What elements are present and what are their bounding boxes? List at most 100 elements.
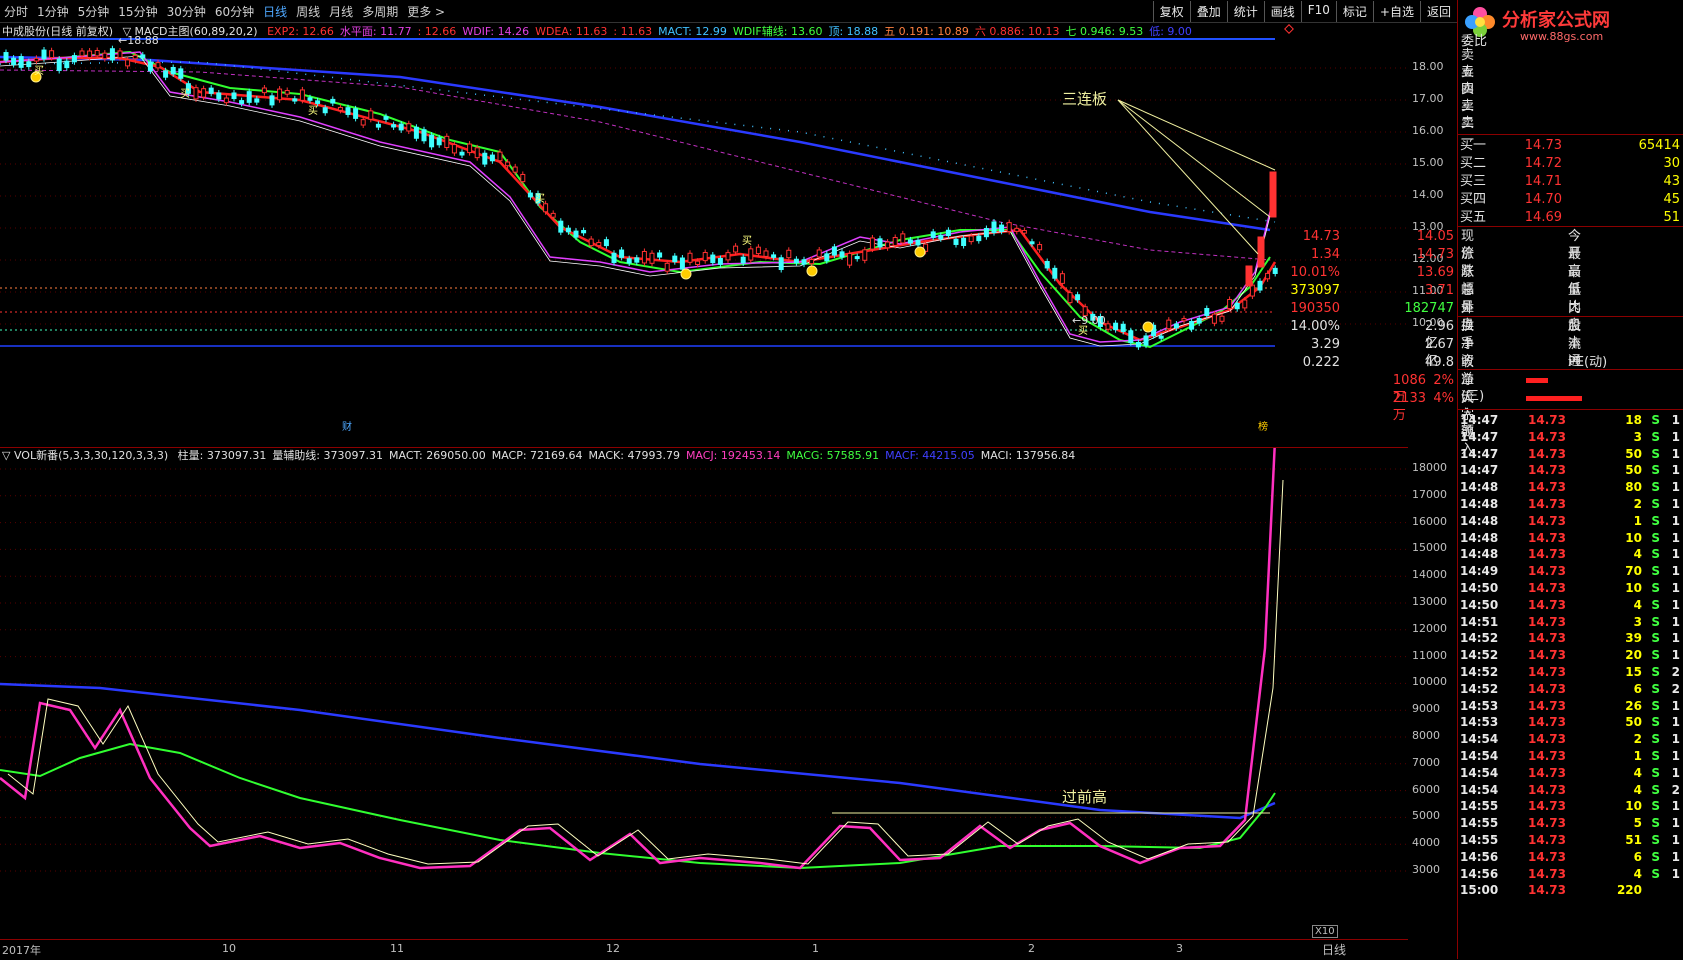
- volume-axis-label: 13000: [1412, 595, 1447, 608]
- tick-row[interactable]: 14:52 14.73 39 S 1: [1460, 630, 1682, 646]
- tick-time: 14:48: [1460, 497, 1499, 511]
- period-tab-0[interactable]: 分时: [4, 3, 28, 20]
- candle-body: [672, 255, 678, 263]
- tick-volume: 2: [1633, 497, 1642, 511]
- candle-body: [953, 238, 959, 245]
- buy-level-row[interactable]: 买三 14.71 43: [1460, 173, 1682, 190]
- tick-row[interactable]: 14:52 14.73 6 S 2: [1460, 681, 1682, 697]
- buy-level-row[interactable]: 买二 14.72 30: [1460, 155, 1682, 172]
- ma-long-line: [0, 55, 1271, 232]
- tick-row[interactable]: 14:51 14.73 3 S 1: [1460, 614, 1682, 630]
- flow-pct: 4%: [1433, 391, 1454, 406]
- period-tab-3[interactable]: 15分钟: [118, 3, 157, 20]
- quote-value: 14.05: [1416, 229, 1454, 244]
- toolbar-button-0[interactable]: 复权: [1152, 1, 1190, 22]
- candle-body: [550, 212, 556, 218]
- tick-row[interactable]: 14:53 14.73 50 S 1: [1460, 714, 1682, 730]
- toolbar-button-4[interactable]: F10: [1300, 1, 1336, 22]
- tick-row[interactable]: 14:47 14.73 50 S 1: [1460, 446, 1682, 462]
- tick-row[interactable]: 14:54 14.73 4 S 1: [1460, 765, 1682, 781]
- tick-row[interactable]: 14:52 14.73 20 S 1: [1460, 647, 1682, 663]
- tick-direction: S: [1651, 816, 1660, 831]
- tick-volume: 4: [1633, 782, 1642, 797]
- period-tabs: 分时 1分钟 5分钟 15分钟 30分钟 60分钟 日线 周线 月线 多周期 更多 >: [4, 3, 445, 20]
- tick-row[interactable]: 14:47 14.73 3 S 1: [1460, 429, 1682, 445]
- tick-volume: 20: [1625, 648, 1642, 663]
- tick-price: 14.73: [1528, 681, 1566, 696]
- tick-row[interactable]: 14:48 14.73 1 S 1: [1460, 513, 1682, 529]
- fund-value: 2.96亿: [1425, 319, 1454, 351]
- period-tab-8[interactable]: 月线: [329, 3, 353, 20]
- candle-body: [163, 70, 169, 78]
- tick-time: 14:55: [1460, 799, 1499, 814]
- tick-row[interactable]: 14:48 14.73 10 S 1: [1460, 530, 1682, 546]
- tick-row[interactable]: 14:48 14.73 80 S 1: [1460, 479, 1682, 495]
- logo-url: www.88gs.com: [1520, 30, 1604, 43]
- toolbar-button-7[interactable]: 返回: [1419, 1, 1457, 22]
- period-tab-10[interactable]: 更多 >: [407, 3, 445, 20]
- period-tab-1[interactable]: 1分钟: [37, 3, 69, 20]
- tick-row[interactable]: 14:54 14.73 4 S 2: [1460, 782, 1682, 798]
- panel-corner-icon[interactable]: [1284, 24, 1294, 34]
- candle-body: [94, 49, 100, 57]
- buy-signal-label: 买: [535, 193, 545, 205]
- book-separator: [1458, 134, 1683, 135]
- tick-row[interactable]: 14:55 14.73 5 S 1: [1460, 815, 1682, 831]
- tick-row[interactable]: 14:49 14.73 70 S 1: [1460, 563, 1682, 579]
- tick-row[interactable]: 14:50 14.73 4 S 1: [1460, 597, 1682, 613]
- toolbar-button-6[interactable]: +自选: [1372, 1, 1420, 22]
- tick-row[interactable]: 14:56 14.73 4 S 1: [1460, 866, 1682, 882]
- tick-row[interactable]: 14:55 14.73 51 S 1: [1460, 832, 1682, 848]
- volume-axis-label: 7000: [1412, 756, 1440, 769]
- toolbar-button-1[interactable]: 叠加: [1189, 1, 1227, 22]
- toolbar-button-2[interactable]: 统计: [1226, 1, 1264, 22]
- tick-row[interactable]: 15:00 14.73 220: [1460, 882, 1682, 898]
- volume-axis-label: 5000: [1412, 809, 1440, 822]
- tick-count: 1: [1671, 429, 1680, 444]
- buy-level-row[interactable]: 买一 14.73 65414: [1460, 137, 1682, 154]
- period-tab-7[interactable]: 周线: [296, 3, 320, 20]
- candle-body: [581, 230, 587, 234]
- tick-price: 14.73: [1528, 530, 1566, 545]
- candle-body: [596, 242, 602, 247]
- candle-body: [398, 123, 404, 131]
- tick-row[interactable]: 14:54 14.73 2 S 1: [1460, 731, 1682, 747]
- buy-level-row[interactable]: 买五 14.69 51: [1460, 209, 1682, 226]
- period-tab-5[interactable]: 60分钟: [215, 3, 254, 20]
- toolbar-button-3[interactable]: 画线: [1263, 1, 1301, 22]
- tick-row[interactable]: 14:55 14.73 10 S 1: [1460, 798, 1682, 814]
- gold-signal-icon: [1142, 321, 1154, 333]
- candle-body: [1173, 323, 1179, 329]
- price-chart-panel[interactable]: 中成股份(日线 前复权) ▽ MACD主图(60,89,20,2) EXP2: …: [0, 22, 1408, 448]
- candle-body: [18, 56, 24, 68]
- tick-count: 1: [1671, 732, 1680, 747]
- period-tab-2[interactable]: 5分钟: [78, 3, 110, 20]
- tick-row[interactable]: 14:47 14.73 50 S 1: [1460, 462, 1682, 478]
- buy-level-row[interactable]: 买四 14.70 45: [1460, 191, 1682, 208]
- candle-body: [368, 110, 374, 120]
- candle-body: [588, 238, 594, 247]
- period-tab-9[interactable]: 多周期: [362, 3, 398, 20]
- candle-body: [968, 235, 974, 243]
- tick-price: 14.73: [1528, 883, 1566, 898]
- candle-body: [292, 98, 298, 102]
- period-tab-4[interactable]: 30分钟: [167, 3, 206, 20]
- volume-indicator-panel[interactable]: ▽ VOL新番(5,3,3,30,120,3,3,3) 柱量: 373097.3…: [0, 448, 1408, 938]
- tick-row[interactable]: 14:50 14.73 10 S 1: [1460, 580, 1682, 596]
- toolbar-button-5[interactable]: 标记: [1335, 1, 1373, 22]
- tick-row[interactable]: 14:48 14.73 2 S 1: [1460, 496, 1682, 512]
- tick-count: 1: [1671, 530, 1680, 545]
- tick-row[interactable]: 14:53 14.73 26 S 1: [1460, 698, 1682, 714]
- volume-axis-label: 14000: [1412, 568, 1447, 581]
- tick-row[interactable]: 14:52 14.73 15 S 2: [1460, 664, 1682, 680]
- period-tab-6[interactable]: 日线: [263, 3, 287, 20]
- tick-price: 14.73: [1528, 413, 1566, 427]
- tick-row[interactable]: 14:54 14.73 1 S 1: [1460, 748, 1682, 764]
- tick-row[interactable]: 14:47 14.73 18 S 1: [1460, 412, 1682, 428]
- tick-row[interactable]: 14:56 14.73 6 S 1: [1460, 849, 1682, 865]
- tick-count: 1: [1671, 833, 1680, 847]
- candle-body: [1219, 315, 1225, 322]
- tick-time: 14:51: [1460, 614, 1499, 629]
- tick-count: 1: [1671, 648, 1680, 663]
- tick-row[interactable]: 14:48 14.73 4 S 1: [1460, 546, 1682, 562]
